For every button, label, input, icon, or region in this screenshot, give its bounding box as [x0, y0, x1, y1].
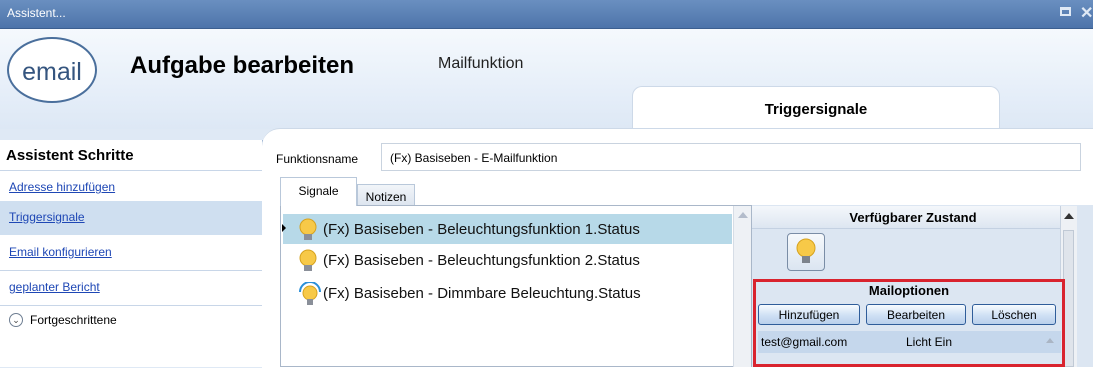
light-bulb-icon: [796, 238, 816, 263]
add-button[interactable]: Hinzufügen: [758, 304, 860, 325]
chevron-down-icon[interactable]: ⌄: [9, 313, 23, 327]
available-state-bulb-button[interactable]: [787, 233, 825, 271]
mail-option-state: Licht Ein: [906, 335, 953, 349]
signal-label: (Fx) Basiseben - Dimmbare Beleuchtung.St…: [323, 285, 641, 302]
advanced-label: Fortgeschrittene: [30, 313, 117, 327]
sidebar-heading: Assistent Schritte: [6, 147, 134, 164]
mail-option-email: test@gmail.com: [761, 335, 848, 349]
sidebar-item-email-konfigurieren[interactable]: Email konfigurieren: [0, 236, 262, 270]
logo-text: email: [22, 58, 82, 86]
delete-button[interactable]: Löschen: [972, 304, 1056, 325]
function-name-label: Funktionsname: [276, 152, 359, 166]
scroll-up-icon[interactable]: [1046, 338, 1054, 343]
sidebar-item-label[interactable]: Adresse hinzufügen: [9, 180, 115, 194]
light-bulb-icon: [299, 218, 317, 240]
available-state-title: Verfügbarer Zustand: [849, 210, 977, 225]
current-row-marker-icon: [282, 224, 286, 232]
page-subtitle: Mailfunktion: [438, 55, 524, 72]
signal-row[interactable]: (Fx) Basiseben - Dimmbare Beleuchtung.St…: [283, 278, 732, 308]
function-name-input[interactable]: (Fx) Basiseben - E-Mailfunktion: [381, 143, 1081, 171]
sidebar-item-label[interactable]: geplanter Bericht: [9, 280, 100, 294]
sidebar-item-label[interactable]: Triggersignale: [9, 210, 85, 224]
sidebar-item-triggersignale[interactable]: Triggersignale: [0, 201, 262, 235]
tab-triggersignale[interactable]: Triggersignale: [632, 86, 1000, 129]
sidebar-item-label[interactable]: Email konfigurieren: [9, 245, 112, 259]
email-logo: email: [7, 37, 97, 103]
advanced-section-toggle[interactable]: ⌄ Fortgeschrittene: [0, 303, 262, 337]
signal-row[interactable]: (Fx) Basiseben - Beleuchtungsfunktion 2.…: [283, 245, 732, 275]
available-state-header: Verfügbarer Zustand: [752, 206, 1074, 229]
function-name-value: (Fx) Basiseben - E-Mailfunktion: [390, 151, 558, 165]
mail-options-title: Mailoptionen: [868, 283, 950, 298]
tab-signale[interactable]: Signale: [280, 177, 357, 206]
signal-row[interactable]: (Fx) Basiseben - Beleuchtungsfunktion 1.…: [283, 214, 732, 244]
edit-button-label: Bearbeiten: [886, 308, 946, 322]
add-button-label: Hinzufügen: [778, 308, 840, 322]
delete-button-label: Löschen: [991, 308, 1037, 322]
signal-label: (Fx) Basiseben - Beleuchtungsfunktion 2.…: [323, 252, 640, 269]
signal-list-scrollbar[interactable]: [733, 206, 751, 367]
mail-option-row[interactable]: test@gmail.com Licht Ein: [758, 331, 1061, 353]
page-title: Aufgabe bearbeiten: [130, 52, 355, 79]
scroll-up-icon[interactable]: [1064, 213, 1074, 219]
tab-notizen[interactable]: Notizen: [357, 184, 415, 206]
sidebar-item-adresse-hinzufuegen[interactable]: Adresse hinzufügen: [0, 171, 262, 205]
window-titlebar: Assistent... ✕: [0, 0, 1093, 29]
signal-label: (Fx) Basiseben - Beleuchtungsfunktion 1.…: [323, 221, 640, 238]
maximize-icon[interactable]: [1060, 7, 1071, 16]
close-icon[interactable]: ✕: [1080, 3, 1093, 23]
scroll-up-icon[interactable]: [738, 212, 748, 218]
tab-signale-label: Signale: [298, 184, 339, 198]
dimmable-bulb-icon: [299, 282, 321, 305]
sidebar-item-geplanter-bericht[interactable]: geplanter Bericht: [0, 271, 262, 305]
edit-button[interactable]: Bearbeiten: [866, 304, 966, 325]
light-bulb-icon: [299, 249, 317, 271]
tab-triggersignale-label: Triggersignale: [764, 101, 868, 118]
tab-notizen-label: Notizen: [365, 190, 407, 204]
window-title: Assistent...: [7, 6, 66, 20]
